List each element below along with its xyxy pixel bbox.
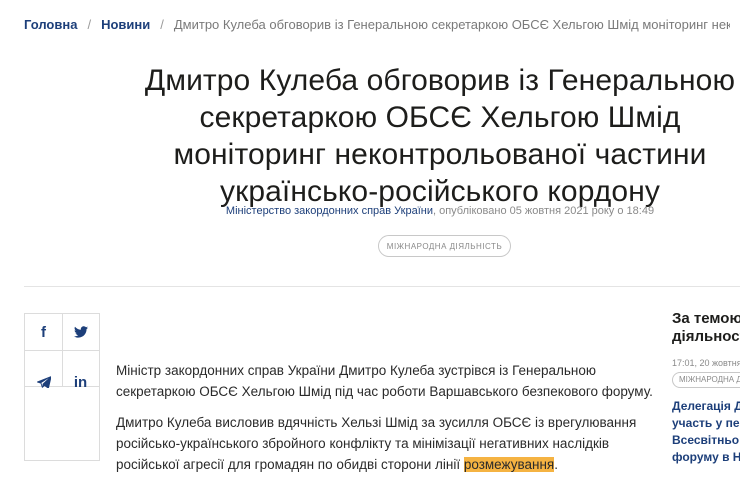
breadcrumb: Головна / Новини / Дмитро Кулеба обговорив і…	[24, 17, 730, 32]
linkedin-share-button[interactable]: in	[62, 364, 99, 400]
article-meta: Міністерство закордонних справ України, …	[140, 205, 740, 217]
facebook-share-button[interactable]: f	[25, 314, 62, 350]
sidebar-item-time: 17:01, 20 жовтня	[672, 358, 740, 368]
sidebar-item-link[interactable]: Делегація Д участь у пер Всесвітньо фору…	[672, 398, 740, 466]
breadcrumb-separator: /	[87, 17, 92, 32]
telegram-share-button[interactable]	[25, 364, 62, 400]
article-paragraph: Міністр закордонних справ України Дмитро…	[116, 363, 653, 399]
published-date: , опубліковано 05 жовтня 2021 року о 18:…	[433, 205, 655, 217]
twitter-share-button[interactable]	[62, 314, 99, 350]
sidebar-title-line: діяльності	[672, 328, 740, 345]
sidebar-item-tag[interactable]: Міжнародна діяльність	[672, 372, 740, 388]
telegram-icon	[36, 376, 51, 388]
article-paragraph: Дмитро Кулеба висловив вдячність Хельзі …	[116, 412, 656, 475]
highlighted-term: розмежування	[463, 457, 555, 472]
sidebar-link-line: Делегація Д	[672, 399, 740, 413]
paragraph-text: Дмитро Кулеба висловив вдячність Хельзі …	[116, 415, 637, 472]
sidebar-title: За темою діяльності	[672, 310, 740, 346]
related-sidebar: За темою діяльності 17:01, 20 жовтня Між…	[672, 310, 740, 475]
article-body: Міністр закордонних справ України Дмитро…	[116, 360, 656, 485]
breadcrumb-home-link[interactable]: Головна	[24, 17, 77, 32]
divider	[24, 286, 740, 287]
page-title: Дмитро Кулеба обговорив із Генеральною с…	[144, 64, 736, 208]
author-link[interactable]: Міністерство закордонних справ України	[226, 205, 433, 217]
breadcrumb-current: Дмитро Кулеба обговорив із Генеральною с…	[173, 17, 730, 32]
facebook-icon: f	[41, 323, 46, 341]
paragraph-text: .	[554, 457, 558, 472]
twitter-icon	[73, 326, 88, 338]
linkedin-icon: in	[73, 373, 88, 391]
sidebar-title-line: За темою	[672, 310, 740, 327]
sidebar-link-line: участь у пер	[672, 416, 740, 430]
breadcrumb-news-link[interactable]: Новини	[101, 17, 150, 32]
breadcrumb-separator: /	[160, 17, 164, 32]
share-divider	[25, 350, 99, 351]
share-panel: f in	[24, 313, 100, 461]
sidebar-link-line: Всесвітньо	[672, 433, 740, 447]
sidebar-link-line: форуму в Ні	[672, 450, 740, 464]
category-tag[interactable]: Міжнародна діяльність	[378, 235, 511, 257]
